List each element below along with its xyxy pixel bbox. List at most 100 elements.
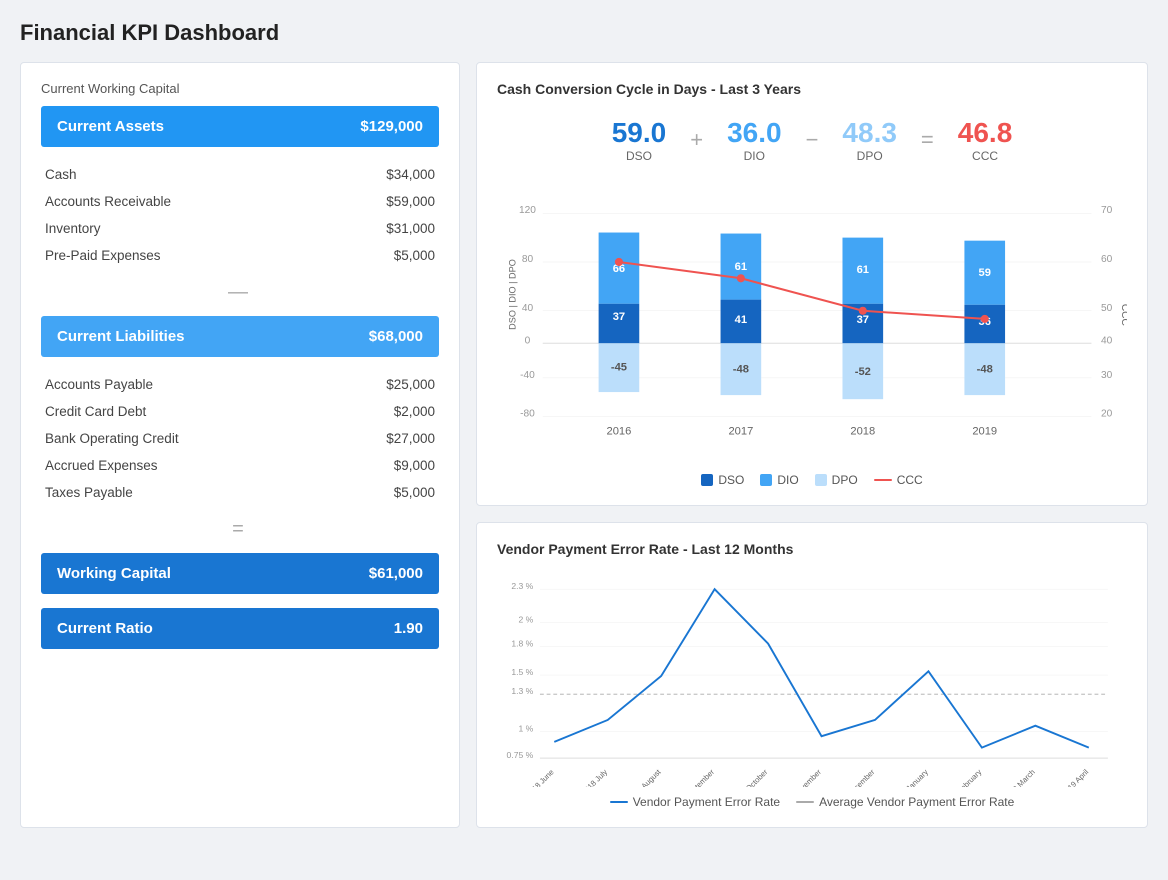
svg-text:DSO | DIO | DPO: DSO | DIO | DPO	[507, 259, 517, 330]
list-item: Taxes Payable $5,000	[41, 479, 439, 506]
current-ratio-result: Current Ratio 1.90	[41, 608, 439, 649]
item-value: $5,000	[394, 485, 435, 500]
svg-text:60: 60	[1101, 254, 1113, 265]
svg-text:2018 November: 2018 November	[778, 767, 823, 787]
equals-separator: =	[41, 518, 439, 541]
dio-color	[760, 474, 772, 486]
dio-value: 36.0	[727, 117, 782, 149]
svg-text:50: 50	[1101, 303, 1113, 314]
list-item: Inventory $31,000	[41, 215, 439, 242]
vendor-svg: 0.75 % 1 % 1.3 % 1.5 % 1.8 % 2 % 2.3 %	[497, 567, 1127, 787]
vendor-legend-line: Vendor Payment Error Rate	[610, 795, 780, 809]
svg-text:2018 August: 2018 August	[626, 767, 663, 787]
dpo-color	[815, 474, 827, 486]
ccc-dot-2019	[981, 315, 989, 323]
legend-ccc: CCC	[874, 473, 923, 487]
current-assets-value: $129,000	[360, 118, 423, 135]
item-value: $5,000	[394, 248, 435, 263]
list-item: Bank Operating Credit $27,000	[41, 425, 439, 452]
working-capital-result-value: $61,000	[369, 565, 423, 582]
item-value: $59,000	[386, 194, 435, 209]
svg-text:2 %: 2 %	[518, 615, 533, 625]
minus-op: −	[800, 127, 825, 153]
svg-text:2019 March: 2019 March	[1002, 768, 1037, 787]
working-capital-result: Working Capital $61,000	[41, 553, 439, 594]
item-name: Accrued Expenses	[45, 458, 158, 473]
svg-text:70: 70	[1101, 205, 1113, 216]
item-name: Accounts Payable	[45, 377, 153, 392]
current-assets-label: Current Assets	[57, 118, 164, 135]
plus-op: +	[684, 127, 709, 153]
svg-text:2018 September: 2018 September	[670, 767, 717, 787]
ccc-label: CCC	[958, 149, 1013, 163]
working-capital-subtitle: Current Working Capital	[41, 81, 439, 96]
svg-text:40: 40	[522, 303, 534, 314]
list-item: Pre-Paid Expenses $5,000	[41, 242, 439, 269]
list-item: Cash $34,000	[41, 161, 439, 188]
assets-list: Cash $34,000 Accounts Receivable $59,000…	[41, 161, 439, 269]
list-item: Credit Card Debt $2,000	[41, 398, 439, 425]
ccc-value: 46.8	[958, 117, 1013, 149]
legend-dio-label: DIO	[777, 473, 798, 487]
ccc-metrics: 59.0 DSO + 36.0 DIO − 48.3 DPO = 46.8 CC…	[497, 109, 1127, 171]
page-title: Financial KPI Dashboard	[20, 20, 1148, 46]
item-name: Accounts Receivable	[45, 194, 171, 209]
svg-text:37: 37	[613, 311, 625, 323]
dpo-label: DPO	[842, 149, 897, 163]
vendor-legend-avg-label: Average Vendor Payment Error Rate	[819, 795, 1014, 809]
working-capital-card: Current Working Capital Current Assets $…	[20, 62, 460, 828]
result-section: Working Capital $61,000 Current Ratio 1.…	[41, 553, 439, 649]
svg-text:-40: -40	[520, 370, 535, 381]
item-value: $31,000	[386, 221, 435, 236]
svg-text:59: 59	[979, 267, 991, 279]
item-value: $25,000	[386, 377, 435, 392]
svg-text:20: 20	[1101, 408, 1113, 419]
ccc-card: Cash Conversion Cycle in Days - Last 3 Y…	[476, 62, 1148, 506]
svg-text:2017: 2017	[728, 426, 753, 438]
svg-text:80: 80	[522, 254, 534, 265]
working-capital-result-label: Working Capital	[57, 565, 171, 582]
ccc-dot-2018	[859, 307, 867, 315]
svg-text:61: 61	[857, 264, 869, 276]
ccc-dpo: 48.3 DPO	[824, 109, 915, 171]
ccc-dio: 36.0 DIO	[709, 109, 800, 171]
svg-text:0: 0	[525, 335, 531, 346]
item-name: Credit Card Debt	[45, 404, 146, 419]
dashboard-grid: Current Working Capital Current Assets $…	[20, 62, 1148, 828]
dso-label: DSO	[612, 149, 667, 163]
svg-text:-45: -45	[611, 362, 627, 374]
ccc-dot-2016	[615, 258, 623, 266]
svg-text:-80: -80	[520, 408, 535, 419]
svg-text:37: 37	[857, 314, 869, 326]
svg-text:2018: 2018	[850, 426, 875, 438]
item-name: Bank Operating Credit	[45, 431, 179, 446]
item-value: $9,000	[394, 458, 435, 473]
dso-color	[701, 474, 713, 486]
vendor-card: Vendor Payment Error Rate - Last 12 Mont…	[476, 522, 1148, 828]
vendor-legend-avg: Average Vendor Payment Error Rate	[796, 795, 1014, 809]
legend-dso-label: DSO	[718, 473, 744, 487]
legend-dpo: DPO	[815, 473, 858, 487]
svg-text:2019 April: 2019 April	[1060, 767, 1091, 787]
item-value: $27,000	[386, 431, 435, 446]
svg-text:61: 61	[735, 261, 747, 273]
item-value: $2,000	[394, 404, 435, 419]
bar-2016-dso	[599, 304, 640, 344]
vendor-legend-line-label: Vendor Payment Error Rate	[633, 795, 780, 809]
ccc-dso: 59.0 DSO	[594, 109, 685, 171]
svg-text:2.3 %: 2.3 %	[511, 581, 533, 591]
svg-text:30: 30	[1101, 370, 1113, 381]
svg-text:2019: 2019	[972, 426, 997, 438]
vendor-line	[554, 589, 1089, 747]
svg-text:CCC: CCC	[1119, 304, 1127, 326]
current-liabilities-header: Current Liabilities $68,000	[41, 316, 439, 357]
current-ratio-label: Current Ratio	[57, 620, 153, 637]
legend-dpo-label: DPO	[832, 473, 858, 487]
legend-ccc-label: CCC	[897, 473, 923, 487]
ccc-color	[874, 479, 892, 481]
dio-label: DIO	[727, 149, 782, 163]
item-name: Inventory	[45, 221, 101, 236]
item-name: Pre-Paid Expenses	[45, 248, 161, 263]
dpo-value: 48.3	[842, 117, 897, 149]
current-assets-header: Current Assets $129,000	[41, 106, 439, 147]
